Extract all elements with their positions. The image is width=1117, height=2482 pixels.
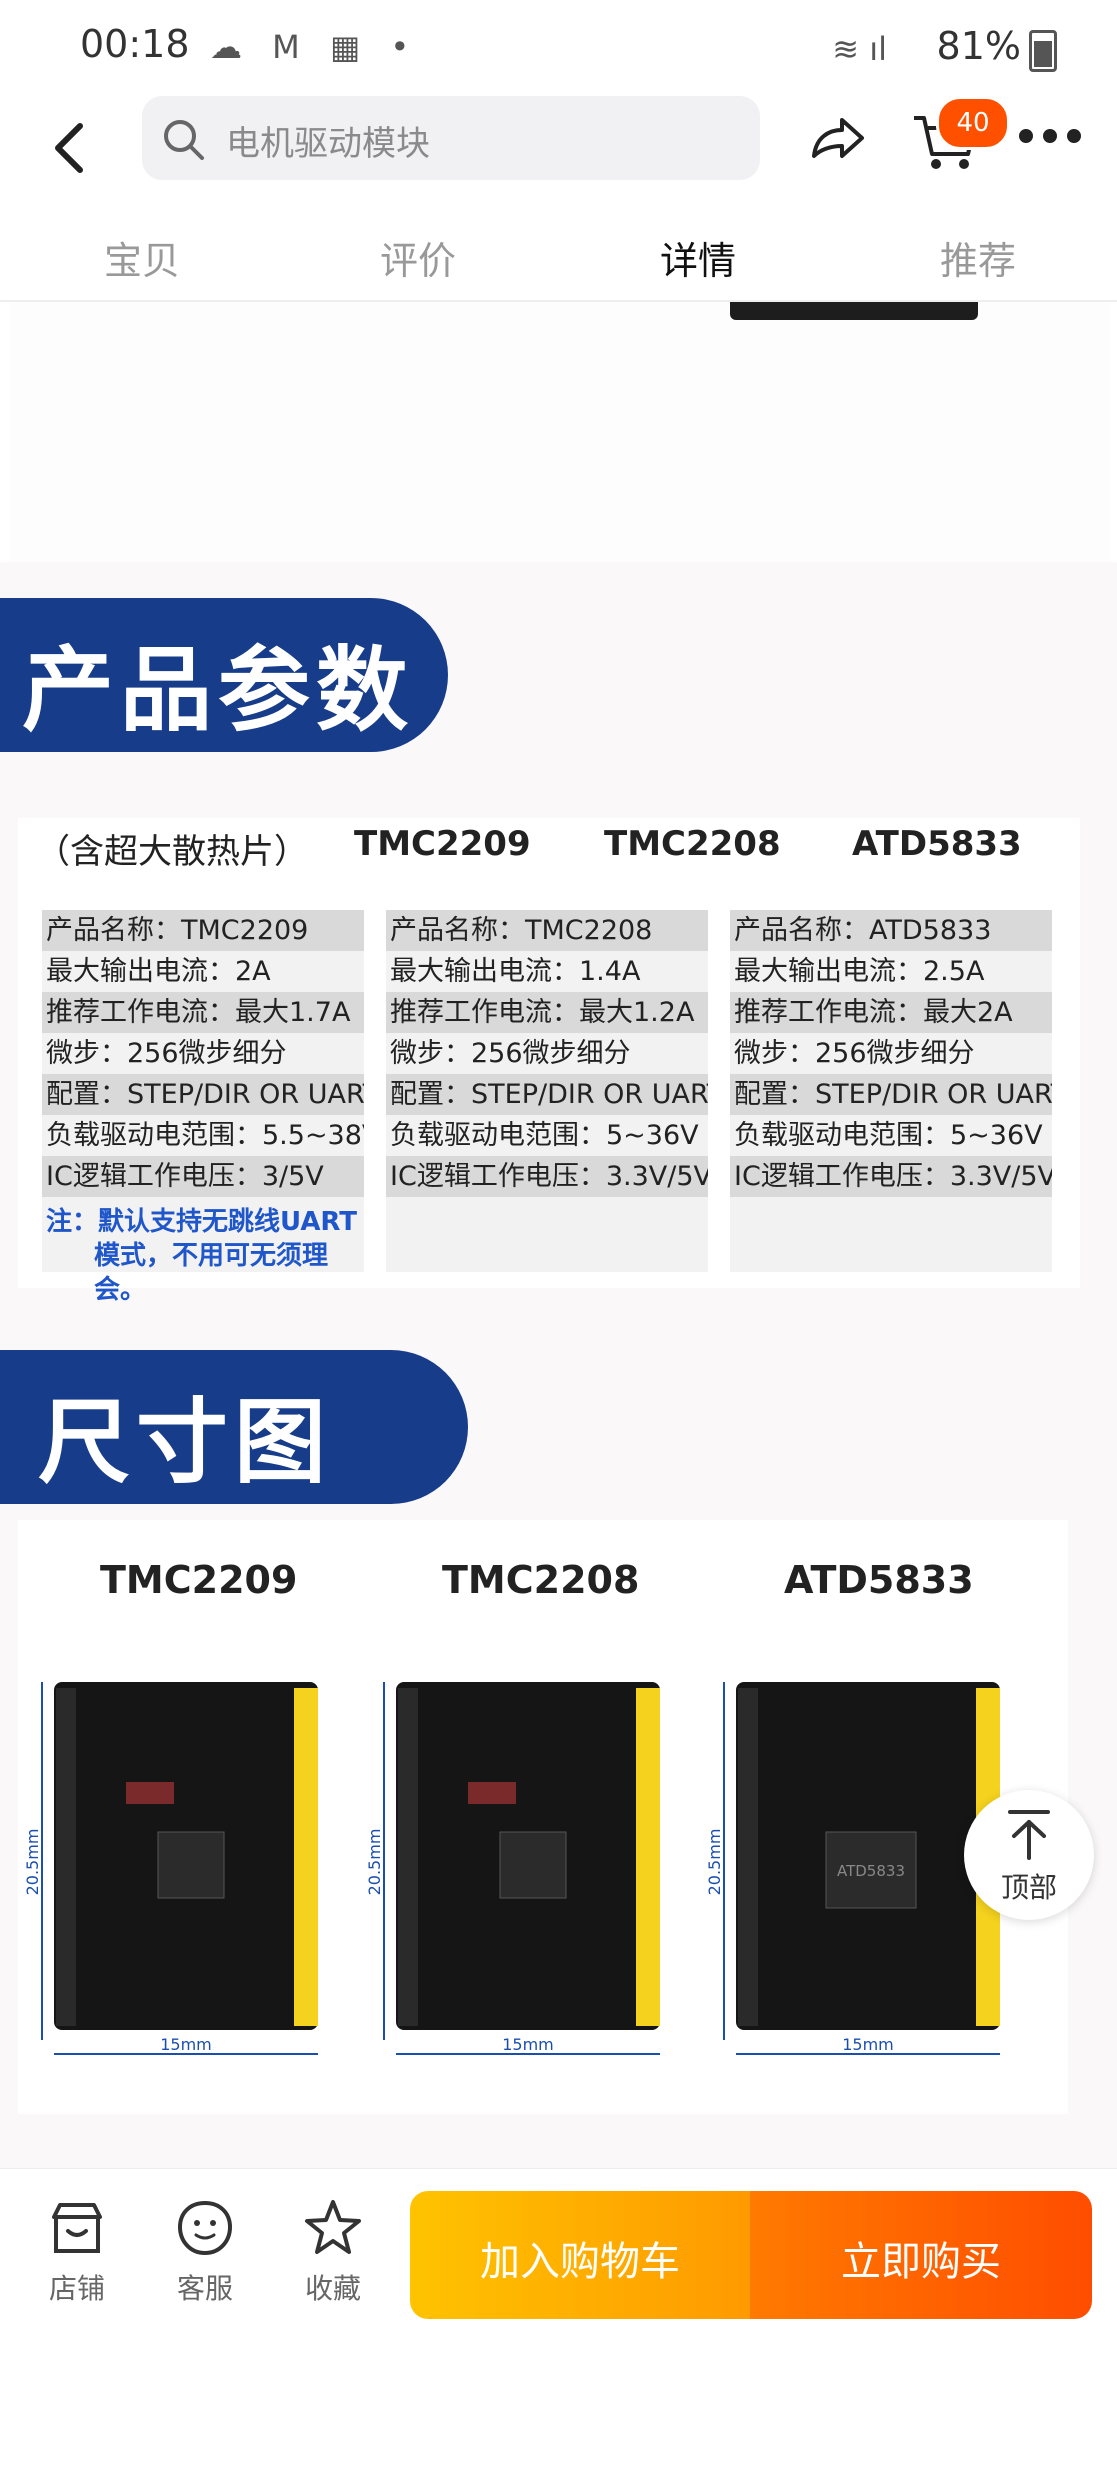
product-image-tail [0,302,1117,562]
width-label: 15mm [842,2035,894,2054]
param-row: 负载驱动电范围：5.5~38V [46,1120,364,1151]
customer-service-button[interactable]: 客服 [160,2197,250,2307]
board-title-tmc2208: TMC2208 [442,1558,640,1602]
param-row: 产品名称：TMC2209 [42,910,364,951]
search-placeholder: 电机驱动模块 [226,124,430,164]
param-row: 微步：256微步细分 [734,1038,975,1069]
add-to-cart-label: 加入购物车 [480,2239,680,2285]
status-time: 00:18 [80,22,190,66]
customer-service-label: 客服 [176,2272,233,2305]
param-note-line2: 模式，不用可无须理会。 [94,1241,329,1305]
param-row: 产品名称：TMC2208 [386,910,708,951]
height-label: 20.5mm [26,1829,42,1896]
status-bar: 00:18 ☁ M ▦ • ≋ ıl 81% [0,0,1117,96]
param-row: 配置：STEP/DIR OR UART [42,1074,364,1115]
share-icon[interactable] [806,108,868,170]
back-arrow-icon[interactable] [44,118,96,178]
params-column-tmc2208: 产品名称：TMC2208 最大输出电流：1.4A 推荐工作电流：最大1.2A 微… [386,910,708,1272]
search-header: 电机驱动模块 40 [0,96,1117,200]
arrow-up-icon [1008,1810,1050,1860]
param-row: 最大输出电流：2.5A [734,956,985,987]
back-to-top-label: 顶部 [1000,1871,1057,1904]
star-icon [305,2200,361,2254]
param-row: IC逻辑工作电压：3.3V/5V [730,1156,1052,1197]
params-banner: 产品参数 [0,598,448,752]
signal-icon: ≋ ıl [832,30,887,68]
board-image-tmc2209: 20.5mm 15mm [26,1682,318,2055]
tab-details[interactable]: 详情 [660,230,736,285]
shop-label: 店铺 [48,2272,105,2305]
param-row: 负载驱动电范围：5~36V [734,1120,1043,1151]
pin-header-image [730,302,978,320]
board-image-atd5833: 20.5mm ATD5833 15mm [708,1682,1000,2055]
tab-recommend[interactable]: 推荐 [940,230,1016,285]
search-icon [164,120,204,160]
tab-reviews[interactable]: 评价 [380,230,456,285]
notification-icons: ☁ M ▦ • [210,28,420,66]
board-title-atd5833: ATD5833 [784,1558,974,1602]
param-row: 微步：256微步细分 [390,1038,631,1069]
param-row: 最大输出电流：1.4A [390,956,641,987]
dimension-figure: TMC2209 TMC2208 ATD5833 20.5mm 15mm 20.5… [18,1520,1068,2114]
more-icon[interactable] [1018,126,1082,146]
board-image-tmc2208: 20.5mm 15mm [368,1682,660,2055]
param-row: 配置：STEP/DIR OR UART [730,1074,1052,1115]
param-row: 负载驱动电范围：5~36V [390,1120,699,1151]
params-table: （含超大散热片） TMC2209 TMC2208 ATD5833 产品名称：TM… [18,818,1080,1305]
tab-item[interactable]: 宝贝 [104,230,180,285]
battery-percent: 81% [936,24,1021,68]
buy-now-label: 立即购买 [841,2239,1001,2285]
param-note-line1: 注：默认支持无跳线UART [46,1207,358,1237]
height-label: 20.5mm [708,1829,724,1896]
add-to-cart-button[interactable]: 加入购物车 [410,2191,750,2319]
params-header-tmc2209: TMC2209 [354,824,531,864]
params-header-atd5833: ATD5833 [852,824,1022,864]
params-banner-title: 产品参数 [22,637,415,744]
chip-label: ATD5833 [837,1862,905,1880]
board-title-tmc2209: TMC2209 [100,1558,298,1602]
param-row: 推荐工作电流：最大1.7A [42,992,364,1033]
shop-button[interactable]: 店铺 [32,2197,122,2307]
bottom-action-bar: 店铺 客服 收藏 加入购物车 立即购买 [0,2168,1117,2482]
params-column-tmc2209: 产品名称：TMC2209 最大输出电流：2A 推荐工作电流：最大1.7A 微步：… [42,910,364,1305]
params-header-note: （含超大散热片） [36,832,308,872]
back-to-top-button[interactable]: 顶部 [964,1790,1094,1920]
param-row: IC逻辑工作电压：3.3V/5V [386,1156,708,1197]
param-row: 推荐工作电流：最大1.2A [386,992,708,1033]
favorite-label: 收藏 [304,2272,361,2305]
param-row: 配置：STEP/DIR OR UART [386,1074,708,1115]
params-column-atd5833: 产品名称：ATD5833 最大输出电流：2.5A 推荐工作电流：最大2A 微步：… [730,910,1052,1272]
param-row: 产品名称：ATD5833 [730,910,1052,951]
param-row: 最大输出电流：2A [46,956,271,987]
param-row: 推荐工作电流：最大2A [730,992,1052,1033]
param-row: IC逻辑工作电压：3/5V [42,1156,364,1197]
width-label: 15mm [502,2035,554,2054]
search-input[interactable]: 电机驱动模块 [142,96,760,180]
shop-icon [52,2203,102,2253]
buy-now-button[interactable]: 立即购买 [750,2191,1092,2319]
width-label: 15mm [160,2035,212,2054]
favorite-button[interactable]: 收藏 [288,2197,378,2307]
dims-banner-title: 尺寸图 [38,1389,333,1496]
detail-tabs: 宝贝 评价 详情 推荐 [0,200,1117,302]
battery-icon [1029,30,1057,72]
cart-count-badge: 40 [936,96,1010,150]
customer-service-icon [177,2200,233,2256]
params-header-tmc2208: TMC2208 [604,824,781,864]
dims-banner: 尺寸图 [0,1350,468,1504]
height-label: 20.5mm [368,1829,384,1896]
param-row: 微步：256微步细分 [46,1038,287,1069]
